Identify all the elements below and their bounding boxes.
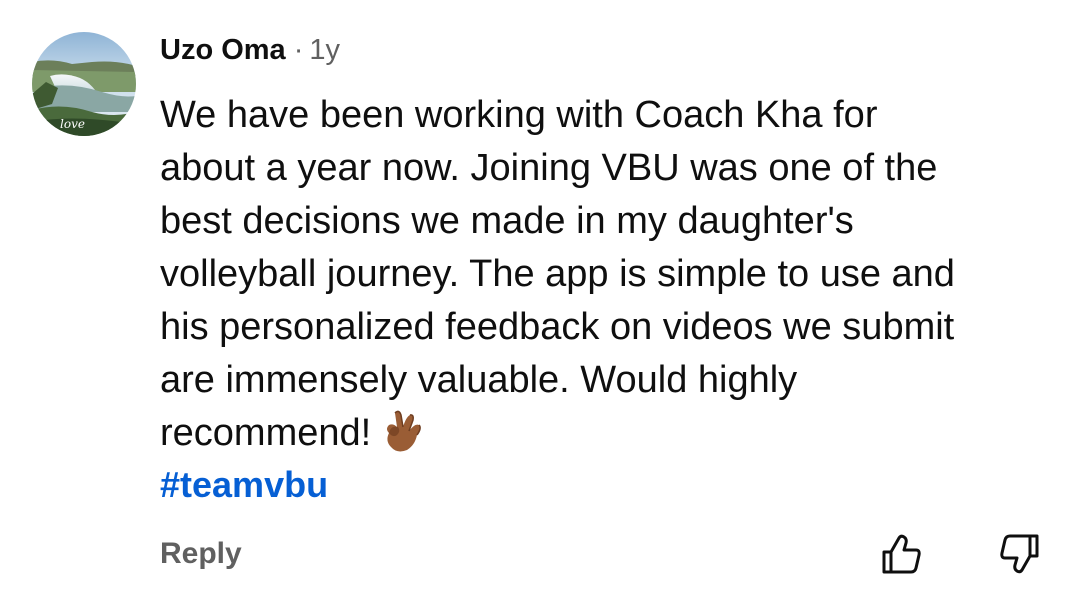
author-name[interactable]: Uzo Oma	[160, 34, 286, 67]
like-button[interactable]	[878, 530, 926, 578]
meta-separator: ·	[293, 34, 304, 66]
comment-line-text: recommend!	[160, 412, 372, 454]
comment-header: Uzo Oma · 1y	[160, 34, 340, 74]
thumbs-up-icon	[882, 534, 921, 574]
comment-line: about a year now. Joining VBU was one of…	[160, 147, 938, 189]
reply-button[interactable]: Reply	[160, 532, 242, 576]
avatar-waterfall-image: love	[32, 32, 136, 136]
comment-line: best decisions we made in my daughter's	[160, 200, 854, 242]
thumbs-down-icon	[1000, 534, 1039, 574]
comment-body: We have been working with Coach Kha for …	[160, 89, 1060, 460]
avatar[interactable]: love	[32, 32, 136, 136]
comment-line: are immensely valuable. Would highly	[160, 359, 798, 401]
dislike-button[interactable]	[995, 530, 1043, 578]
comment-card: love Uzo Oma · 1y We have been working w…	[0, 0, 1080, 600]
comment-age: 1y	[309, 34, 340, 66]
comment-line: his personalized feedback on videos we s…	[160, 306, 955, 348]
ok-hand-emoji-icon	[381, 407, 425, 455]
avatar-caption: love	[60, 117, 85, 131]
comment-line: volleyball journey. The app is simple to…	[160, 253, 955, 295]
comment-line-last: recommend!	[160, 407, 1060, 460]
comment-line: We have been working with Coach Kha for	[160, 94, 878, 136]
hashtag-link[interactable]: #teamvbu	[160, 460, 328, 510]
